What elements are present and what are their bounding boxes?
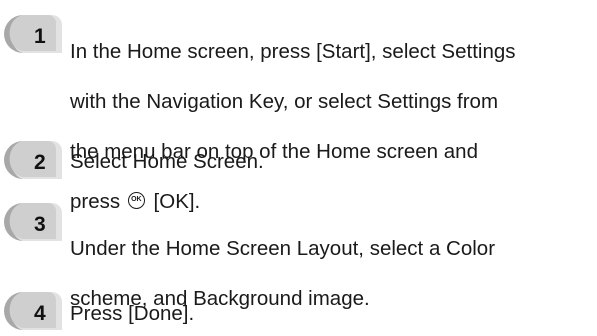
step-3: 3 Under the Home Screen Layout, select a… — [0, 202, 589, 310]
step-number: 2 — [34, 151, 46, 174]
badge-shape — [4, 203, 62, 241]
step-number: 1 — [34, 25, 46, 48]
step-number-badge — [4, 292, 62, 330]
step-number: 3 — [34, 213, 46, 236]
step-number: 4 — [34, 302, 46, 325]
step-text-line: with the Navigation Key, or select Setti… — [70, 90, 499, 113]
step-text-line: Under the Home Screen Layout, select a C… — [70, 237, 496, 260]
step-1: 1 In the Home screen, press [Start], sel… — [0, 14, 589, 213]
step-text-line: In the Home screen, press [Start], selec… — [70, 40, 516, 63]
step-number-badge — [4, 15, 62, 53]
badge-shape — [4, 141, 62, 179]
step-4: 4 Press [Done]. — [0, 291, 589, 330]
step-text: Select Home Screen. — [70, 150, 264, 173]
step-text: Press [Done]. — [70, 302, 195, 325]
step-2: 2 Select Home Screen. — [0, 140, 589, 179]
badge-shape — [4, 292, 62, 330]
step-number-badge — [4, 203, 62, 241]
badge-shape — [4, 15, 62, 53]
step-number-badge — [4, 141, 62, 179]
